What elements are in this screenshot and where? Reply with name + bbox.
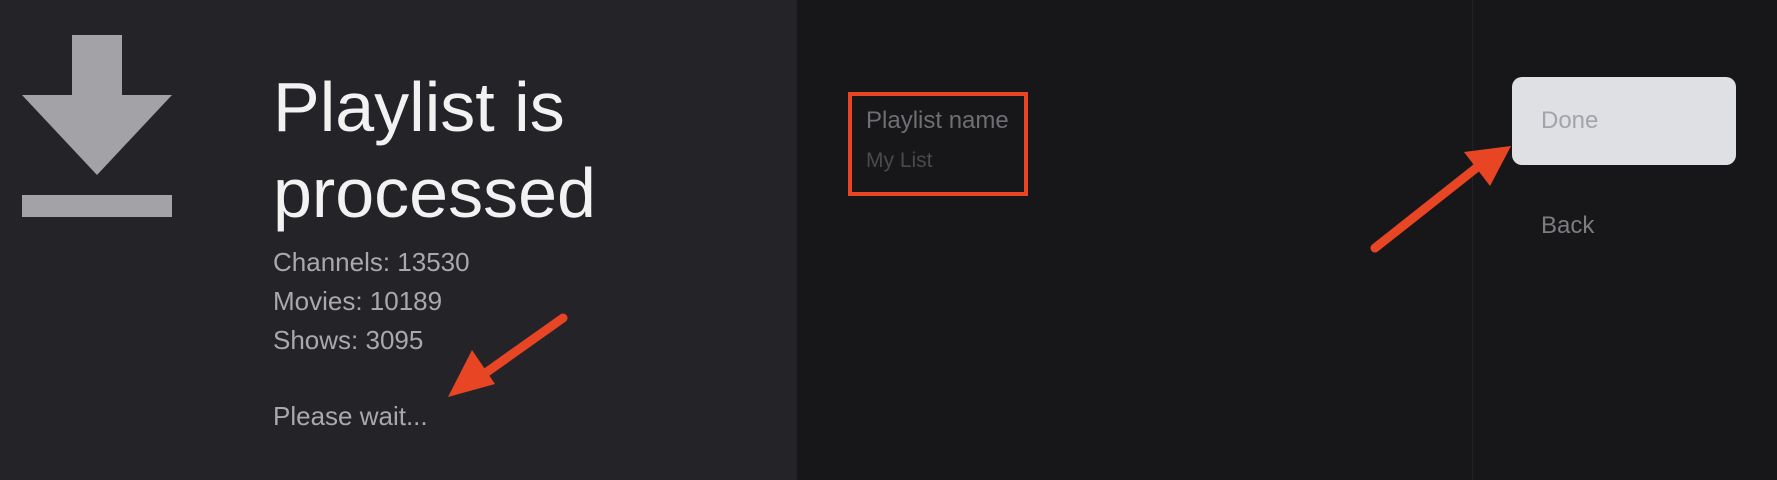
form-panel (797, 0, 1472, 480)
playlist-processing-screen: Playlist is processed Channels: 13530 Mo… (0, 0, 1777, 480)
download-icon (22, 35, 172, 217)
playlist-stats: Channels: 13530 Movies: 10189 Shows: 309… (273, 243, 470, 360)
channels-count: Channels: 13530 (273, 247, 470, 277)
playlist-name-field[interactable]: My List (866, 147, 933, 175)
playlist-name-label: Playlist name (866, 107, 1009, 134)
back-button[interactable]: Back (1512, 206, 1736, 246)
page-title: Playlist is processed (273, 68, 596, 232)
status-panel: Playlist is processed Channels: 13530 Mo… (0, 0, 797, 480)
shows-count: Shows: 3095 (273, 325, 424, 355)
movies-count: Movies: 10189 (273, 286, 443, 316)
please-wait-text: Please wait... (273, 401, 428, 431)
done-button[interactable]: Done (1512, 77, 1736, 165)
